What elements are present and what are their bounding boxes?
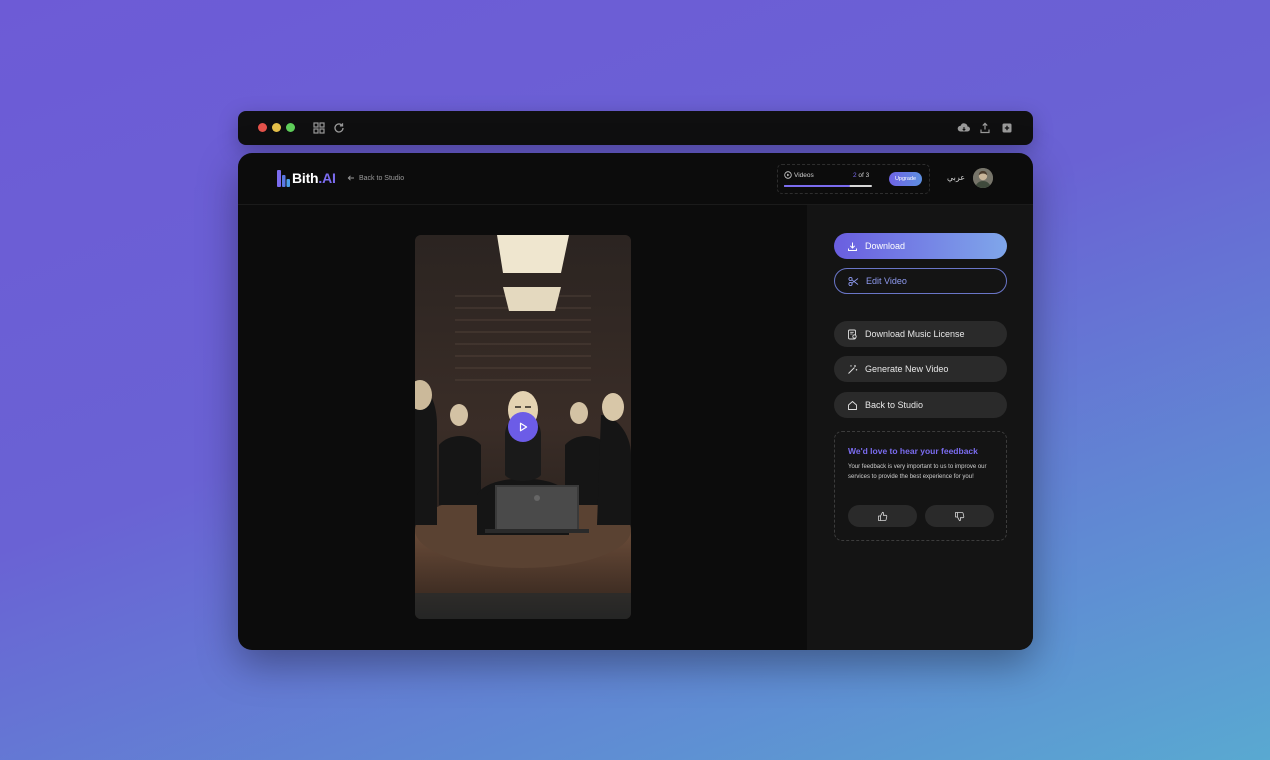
refresh-icon[interactable]	[332, 121, 346, 135]
share-upload-icon[interactable]	[978, 121, 992, 135]
edit-video-button[interactable]: Edit Video	[834, 268, 1007, 294]
back-to-studio-link[interactable]: Back to Studio	[347, 174, 404, 182]
usage-progress-bar	[784, 185, 872, 187]
play-icon	[519, 422, 528, 432]
logo-suffix: .AI	[318, 170, 336, 186]
thumbs-down-button[interactable]	[925, 505, 994, 527]
usage-progress-fill	[784, 185, 850, 187]
app-window: Bith.AI Back to Studio Videos 2 of 3 Upg…	[238, 153, 1033, 650]
thumbs-up-icon	[878, 511, 888, 521]
feedback-text: Your feedback is very important to us to…	[848, 464, 987, 480]
avatar-photo	[973, 168, 993, 188]
play-button[interactable]	[508, 412, 538, 442]
upgrade-button[interactable]: Upgrade	[889, 172, 922, 186]
feedback-title: We'd love to hear your feedback	[848, 446, 978, 456]
logo-text: Bith	[292, 170, 319, 186]
arrow-left-icon	[347, 175, 354, 181]
back-to-studio-label: Back to Studio	[865, 400, 924, 410]
download-license-label: Download Music License	[865, 329, 965, 339]
grid-icon[interactable]	[312, 121, 326, 135]
action-sidebar: Download Edit Video Download Music Licen…	[807, 205, 1033, 650]
download-button[interactable]: Download	[834, 233, 1007, 259]
brand-logo[interactable]: Bith.AI	[292, 170, 336, 186]
thumbs-down-icon	[955, 511, 965, 521]
maximize-window-dot[interactable]	[286, 123, 295, 132]
cloud-download-icon[interactable]	[957, 121, 971, 135]
home-icon	[848, 400, 857, 410]
app-header: Bith.AI Back to Studio Videos 2 of 3 Upg…	[238, 153, 1033, 205]
feedback-card: We'd love to hear your feedback Your fee…	[834, 431, 1007, 541]
back-link-label: Back to Studio	[359, 174, 405, 182]
download-label: Download	[865, 241, 906, 251]
generate-new-video-button[interactable]: Generate New Video	[834, 356, 1007, 382]
edit-video-label: Edit Video	[866, 276, 907, 286]
video-usage-widget: Videos 2 of 3 Upgrade	[777, 164, 930, 194]
back-to-studio-button[interactable]: Back to Studio	[834, 392, 1007, 418]
user-avatar[interactable]	[973, 168, 993, 188]
close-window-dot[interactable]	[258, 123, 267, 132]
bith-logo-icon	[277, 170, 290, 187]
minimize-window-dot[interactable]	[272, 123, 281, 132]
plus-square-icon[interactable]	[1000, 121, 1014, 135]
usage-label: Videos	[794, 172, 814, 179]
license-document-icon	[848, 329, 857, 339]
video-preview[interactable]	[415, 235, 631, 619]
play-circle-icon	[784, 171, 792, 179]
generate-new-label: Generate New Video	[865, 364, 949, 374]
usage-count-total: of 3	[856, 172, 870, 179]
thumbs-up-button[interactable]	[848, 505, 917, 527]
download-music-license-button[interactable]: Download Music License	[834, 321, 1007, 347]
scissors-icon	[848, 276, 859, 286]
magic-wand-icon	[848, 364, 858, 374]
usage-count: 2 of 3	[853, 172, 869, 179]
language-switch[interactable]: عربي	[947, 173, 965, 182]
download-icon	[848, 242, 857, 251]
browser-toolbar	[238, 111, 1033, 145]
